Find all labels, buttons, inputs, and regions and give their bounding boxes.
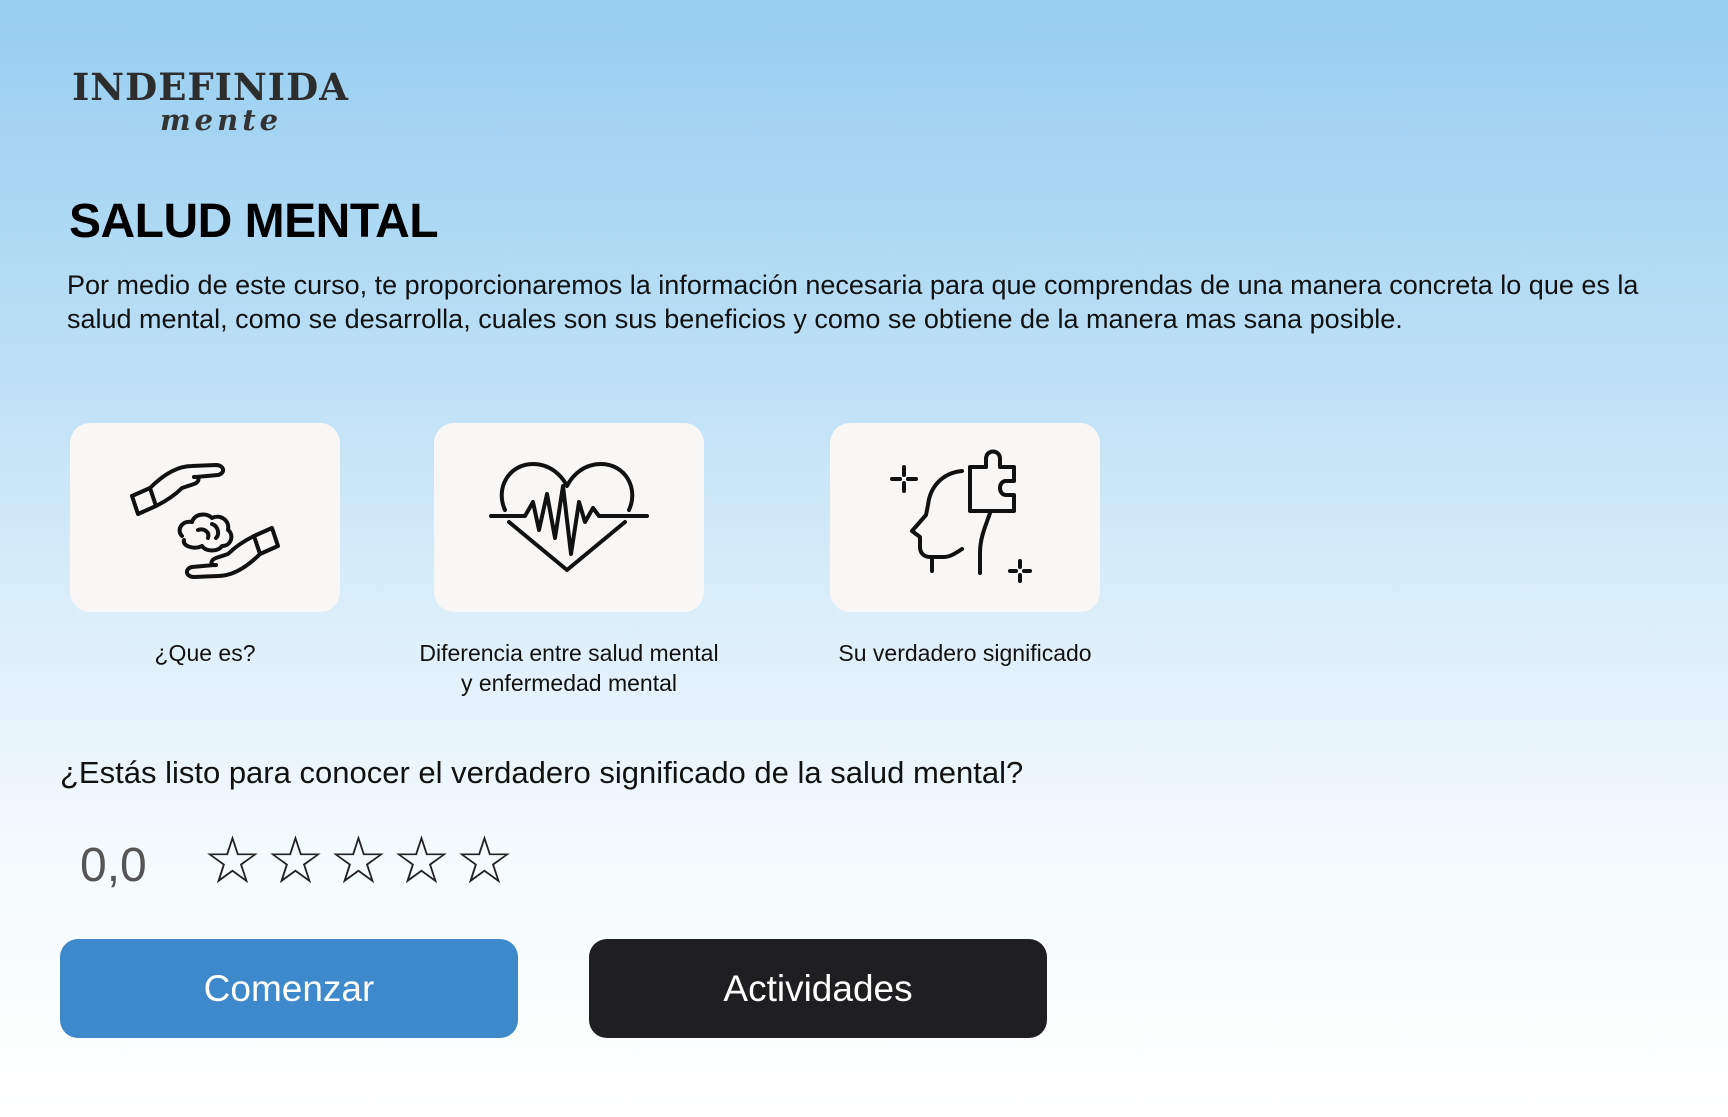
topic-card-label: Diferencia entre salud mental y enfermed… <box>419 640 719 696</box>
topic-tile[interactable] <box>434 423 704 612</box>
star-icon[interactable]: ☆ <box>327 828 390 894</box>
heart-pulse-icon <box>489 461 649 572</box>
topic-card-label: Su verdadero significado <box>838 640 1092 666</box>
head-puzzle-icon <box>890 449 1032 583</box>
activities-button[interactable]: Actividades <box>589 939 1047 1038</box>
topic-card-label: ¿Que es? <box>154 640 256 666</box>
topic-card-diferencia[interactable]: Diferencia entre salud mental y enfermed… <box>419 423 719 696</box>
star-icon[interactable]: ☆ <box>201 828 264 894</box>
topic-card-que-es[interactable]: ¿Que es? <box>70 423 340 666</box>
brand-logo: INDEFINIDA mente <box>72 64 372 144</box>
topic-tile[interactable] <box>70 423 340 612</box>
course-description: Por medio de este curso, te proporcionar… <box>67 270 1639 334</box>
start-button[interactable]: Comenzar <box>60 939 518 1038</box>
logo-subtitle: mente <box>160 103 283 137</box>
topic-tile[interactable] <box>830 423 1100 612</box>
page-title: SALUD MENTAL <box>69 195 439 248</box>
star-icon[interactable]: ☆ <box>390 828 453 894</box>
call-to-action-question: ¿Estás listo para conocer el verdadero s… <box>60 755 1024 790</box>
topic-card-significado[interactable]: Su verdadero significado <box>830 423 1100 666</box>
hands-brain-icon <box>130 462 280 579</box>
star-rating[interactable]: ☆ ☆ ☆ ☆ ☆ <box>201 828 516 894</box>
rating-value: 0,0 <box>80 839 147 892</box>
star-icon[interactable]: ☆ <box>453 828 516 894</box>
star-icon[interactable]: ☆ <box>264 828 327 894</box>
